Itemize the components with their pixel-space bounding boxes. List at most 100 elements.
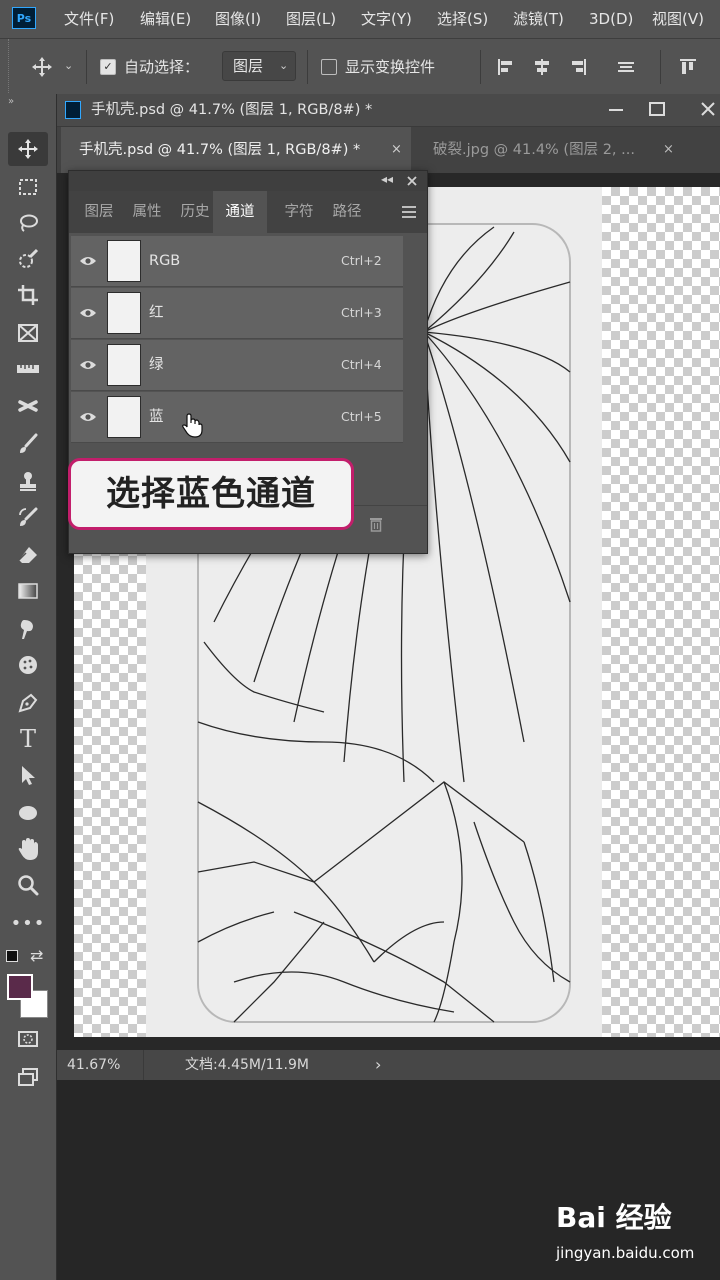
auto-select-label: 自动选择： bbox=[124, 58, 200, 76]
close-tab-icon[interactable]: × bbox=[391, 127, 402, 173]
panel-menu-icon[interactable] bbox=[401, 205, 417, 219]
ellipse-tool-icon[interactable] bbox=[8, 796, 48, 830]
align-top-icon[interactable] bbox=[678, 57, 698, 77]
visibility-eye-icon[interactable] bbox=[79, 306, 97, 320]
menu-3d[interactable]: 3D(D) bbox=[589, 0, 633, 38]
channel-shortcut: Ctrl+5 bbox=[341, 409, 382, 424]
hand-cursor-icon bbox=[182, 413, 203, 438]
options-bar-grip[interactable] bbox=[8, 39, 11, 95]
photoshop-logo-icon: Ps bbox=[12, 7, 36, 29]
align-horizontal-centers-icon[interactable] bbox=[532, 57, 552, 77]
visibility-eye-icon[interactable] bbox=[79, 358, 97, 372]
channel-row-blue[interactable]: 蓝 Ctrl+5 bbox=[71, 392, 403, 443]
channel-thumbnail bbox=[107, 396, 141, 438]
panel-header[interactable]: ◂◂ bbox=[69, 171, 427, 191]
quick-selection-tool-icon[interactable] bbox=[8, 242, 48, 276]
auto-select-target-dropdown[interactable]: 图层 ⌄ bbox=[222, 51, 296, 81]
align-right-edges-icon[interactable] bbox=[568, 57, 588, 77]
hand-tool-icon[interactable] bbox=[8, 832, 48, 866]
tab-properties[interactable]: 属性 bbox=[125, 191, 169, 233]
menu-view[interactable]: 视图(V) bbox=[652, 0, 704, 38]
separator bbox=[660, 50, 661, 84]
channel-thumbnail bbox=[107, 344, 141, 386]
channel-thumbnail bbox=[107, 292, 141, 334]
channel-name: 绿 bbox=[149, 357, 164, 373]
separator bbox=[143, 1050, 144, 1080]
tab-channels[interactable]: 通道 bbox=[213, 191, 267, 233]
brush-tool-icon[interactable] bbox=[8, 427, 48, 461]
document-window-title: 手机壳.psd @ 41.7% (图层 1, RGB/8#) * bbox=[91, 102, 373, 118]
type-tool-icon[interactable]: T bbox=[8, 722, 48, 756]
tab-character[interactable]: 字符 bbox=[277, 191, 321, 233]
tool-preset-chevron-icon[interactable]: ⌄ bbox=[64, 59, 73, 72]
clone-stamp-tool-icon[interactable] bbox=[8, 464, 48, 498]
channel-name: RGB bbox=[149, 253, 181, 269]
menu-file[interactable]: 文件(F) bbox=[64, 0, 114, 38]
show-transform-checkbox[interactable] bbox=[321, 59, 337, 75]
close-window-icon[interactable] bbox=[700, 101, 716, 117]
minimize-icon[interactable] bbox=[609, 109, 623, 111]
history-brush-tool-icon[interactable] bbox=[8, 500, 48, 534]
ruler-tool-icon[interactable] bbox=[8, 352, 48, 386]
collapse-panel-icon[interactable]: ◂◂ bbox=[381, 172, 393, 186]
status-bar: 41.67% 文档:4.45M/11.9M › bbox=[57, 1050, 720, 1080]
channel-thumbnail bbox=[107, 240, 141, 282]
eraser-tool-icon[interactable] bbox=[8, 538, 48, 572]
expand-toolbar-icon[interactable]: » bbox=[8, 96, 14, 107]
tab-paths[interactable]: 路径 bbox=[325, 191, 369, 233]
more-tools-icon[interactable]: ••• bbox=[8, 906, 48, 940]
document-tab-phonecase[interactable]: 手机壳.psd @ 41.7% (图层 1, RGB/8#) * bbox=[79, 127, 360, 173]
sponge-tool-icon[interactable] bbox=[8, 648, 48, 682]
menu-type[interactable]: 文字(Y) bbox=[361, 0, 412, 38]
gradient-tool-icon[interactable] bbox=[8, 574, 48, 608]
frame-tool-icon[interactable] bbox=[8, 316, 48, 350]
menu-image[interactable]: 图像(I) bbox=[215, 0, 261, 38]
channel-row-rgb[interactable]: RGB Ctrl+2 bbox=[71, 236, 403, 287]
show-transform-label: 显示变换控件 bbox=[345, 58, 436, 76]
delete-channel-icon[interactable] bbox=[369, 516, 383, 532]
tab-history[interactable]: 历史 bbox=[173, 191, 217, 233]
path-selection-tool-icon[interactable] bbox=[8, 758, 48, 792]
menu-filter[interactable]: 滤镜(T) bbox=[513, 0, 564, 38]
align-left-edges-icon[interactable] bbox=[496, 57, 516, 77]
channel-shortcut: Ctrl+3 bbox=[341, 305, 382, 320]
foreground-color-swatch[interactable] bbox=[7, 974, 33, 1000]
close-tab-icon[interactable]: × bbox=[663, 127, 674, 173]
default-colors-icon[interactable] bbox=[6, 950, 18, 962]
visibility-eye-icon[interactable] bbox=[79, 254, 97, 268]
move-tool-icon[interactable] bbox=[30, 55, 54, 79]
tools-panel: » T ••• ⇄ bbox=[0, 94, 57, 1280]
auto-select-checkbox[interactable]: ✓ bbox=[100, 59, 116, 75]
maximize-icon[interactable] bbox=[649, 102, 665, 116]
document-tab-crack[interactable]: 破裂.jpg @ 41.4% (图层 2, ... bbox=[433, 127, 635, 173]
separator bbox=[86, 50, 87, 84]
menu-layer[interactable]: 图层(L) bbox=[286, 0, 336, 38]
screen-mode-icon[interactable] bbox=[8, 1060, 48, 1094]
menu-select[interactable]: 选择(S) bbox=[437, 0, 488, 38]
channel-name: 红 bbox=[149, 305, 164, 321]
photoshop-document-icon bbox=[65, 101, 81, 119]
lasso-tool-icon[interactable] bbox=[8, 206, 48, 240]
marquee-tool-icon[interactable] bbox=[8, 170, 48, 204]
blur-tool-icon[interactable] bbox=[8, 612, 48, 646]
document-size: 文档:4.45M/11.9M bbox=[185, 1057, 309, 1073]
tab-layers[interactable]: 图层 bbox=[77, 191, 121, 233]
zoom-level[interactable]: 41.67% bbox=[67, 1050, 120, 1080]
crop-tool-icon[interactable] bbox=[8, 278, 48, 312]
healing-brush-tool-icon[interactable] bbox=[8, 389, 48, 423]
align-top-edges-icon[interactable] bbox=[616, 57, 636, 77]
status-menu-arrow-icon[interactable]: › bbox=[375, 1050, 381, 1080]
move-tool-icon[interactable] bbox=[8, 132, 48, 166]
options-bar: ⌄ ✓ 自动选择： 图层 ⌄ 显示变换控件 bbox=[0, 38, 720, 96]
document-window-titlebar[interactable]: 手机壳.psd @ 41.7% (图层 1, RGB/8#) * bbox=[57, 94, 720, 127]
swap-colors-icon[interactable]: ⇄ bbox=[30, 946, 43, 965]
quick-mask-icon[interactable] bbox=[8, 1022, 48, 1056]
visibility-eye-icon[interactable] bbox=[79, 410, 97, 424]
baidu-jingyan-watermark-url: jingyan.baidu.com bbox=[556, 1244, 695, 1262]
pen-tool-icon[interactable] bbox=[8, 686, 48, 720]
channel-row-green[interactable]: 绿 Ctrl+4 bbox=[71, 340, 403, 391]
zoom-tool-icon[interactable] bbox=[8, 868, 48, 902]
channel-row-red[interactable]: 红 Ctrl+3 bbox=[71, 288, 403, 339]
menu-edit[interactable]: 编辑(E) bbox=[140, 0, 191, 38]
close-panel-icon[interactable] bbox=[407, 176, 417, 186]
